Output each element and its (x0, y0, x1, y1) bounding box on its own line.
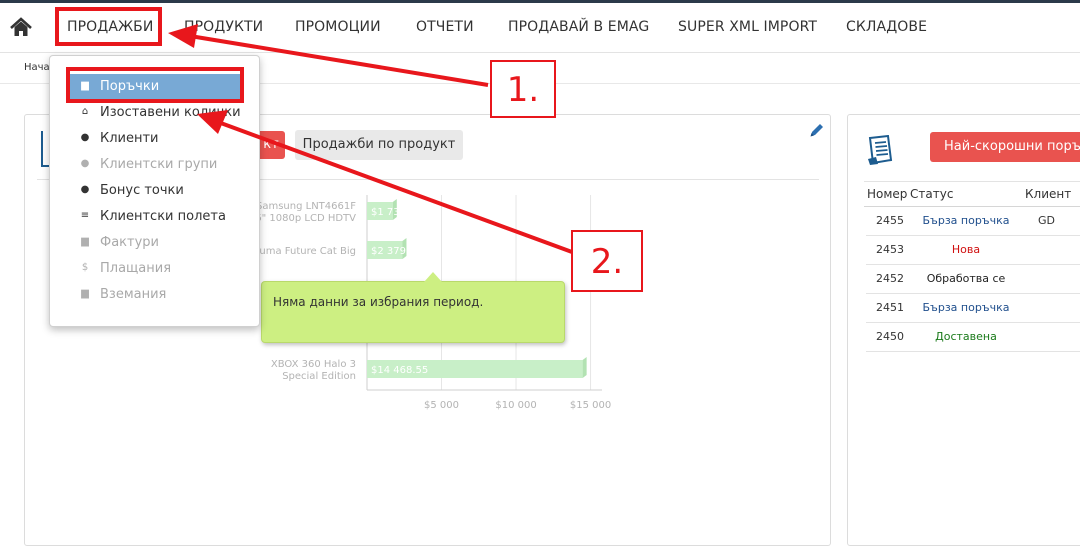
dropdown-item-label: Клиентски групи (100, 157, 218, 172)
chart-category-label: Samsung LNT4661F (256, 201, 356, 212)
dropdown-item-label: Вземания (100, 287, 167, 302)
table-row[interactable]: 2451 Бърза поръчка (866, 294, 1080, 323)
orders-list-icon (866, 134, 894, 165)
dropdown-item-label: Клиентски полета (100, 209, 226, 224)
tooltip-text: Няма данни за избрания период. (273, 295, 484, 309)
dot-icon: ● (80, 184, 90, 195)
order-number[interactable]: 2453 (876, 243, 904, 256)
chart-category-label: Special Edition (282, 371, 356, 382)
chart-value-label: $14 468.55 (371, 365, 428, 376)
nav-reports[interactable]: ОТЧЕТИ (416, 19, 474, 35)
nav-sales[interactable]: ПРОДАЖБИ (67, 19, 153, 35)
col-status: Статус (910, 187, 954, 201)
nav-promotions[interactable]: ПРОМОЦИИ (295, 19, 381, 35)
sales-dropdown-menu: ▆ Поръчки ⌂ Изоставени колички ● Клиенти ● Клие… (49, 55, 260, 327)
nav-super-xml-import[interactable]: SUPER XML IMPORT (678, 19, 817, 35)
users-icon: ● (80, 158, 90, 169)
order-client: GD (1038, 214, 1055, 227)
table-row[interactable]: 2450 Доставена (866, 323, 1080, 352)
dropdown-item-label: Клиенти (100, 131, 159, 146)
order-number[interactable]: 2452 (876, 272, 904, 285)
order-number[interactable]: 2451 (876, 301, 904, 314)
latest-orders-panel: Най-скорошни поръчки Номер Статус Клиент… (847, 114, 1080, 546)
table-row[interactable]: 2455 Бърза поръчка GD (866, 207, 1080, 236)
table-row[interactable]: 2452 Обработва се (866, 265, 1080, 294)
order-status: Бърза поръчка (922, 301, 1010, 314)
dropdown-item: ● Клиентски групи (50, 152, 259, 178)
order-status: Обработва се (926, 272, 1006, 285)
dropdown-item[interactable]: ⌂ Изоставени колички (50, 100, 259, 126)
dropdown-item: ▆ Фактури (50, 230, 259, 256)
dropdown-item-label: Бонус точки (100, 183, 184, 198)
order-number[interactable]: 2455 (876, 214, 904, 227)
list-icon: ≡ (80, 210, 90, 221)
dropdown-item: $ Плащания (50, 256, 259, 282)
dropdown-item-label: Фактури (100, 235, 159, 250)
dropdown-item-label: Плащания (100, 261, 172, 276)
home-icon[interactable] (8, 15, 34, 41)
chart-value-label: $1 730.9 (371, 207, 416, 218)
orders-table-header: Номер Статус Клиент (864, 181, 1080, 207)
chart-bar-side (582, 357, 587, 378)
nav-products[interactable]: ПРОДУКТИ (184, 19, 263, 35)
order-number[interactable]: 2450 (876, 330, 904, 343)
chart-tick-label: $5 000 (424, 400, 459, 411)
col-client: Клиент (1025, 187, 1072, 201)
dropdown-item[interactable]: ● Бонус точки (50, 178, 259, 204)
latest-orders-button[interactable]: Най-скорошни поръчки (930, 132, 1080, 162)
breadcrumb[interactable]: Нача (24, 62, 50, 73)
receivable-icon: ▆ (81, 288, 89, 299)
chart-category-label: Puma Future Cat Big (254, 246, 356, 257)
col-number: Номер (867, 187, 908, 201)
main-navbar: ПРОДАЖБИ ПРОДУКТИ ПРОМОЦИИ ОТЧЕТИ ПРОДАВ… (0, 3, 1080, 53)
cart-icon: ⌂ (81, 106, 89, 117)
dropdown-item: ▆ Вземания (50, 282, 259, 308)
chart-tick-label: $15 000 (570, 400, 611, 411)
order-status: Бърза поръчка (922, 214, 1010, 227)
invoice-icon: ▆ (81, 236, 89, 247)
tooltip-arrow (424, 272, 442, 282)
user-icon: ● (80, 132, 90, 143)
dropdown-item[interactable]: ● Клиенти (50, 126, 259, 152)
chart-tick-label: $10 000 (495, 400, 536, 411)
chart-category-label: 6" 1080p LCD HDTV (255, 213, 356, 224)
orders-icon: ▆ (81, 80, 89, 91)
dropdown-item[interactable]: ≡ Клиентски полета (50, 204, 259, 230)
dropdown-item-label: Изоставени колички (100, 105, 241, 120)
nav-warehouses[interactable]: СКЛАДОВЕ (846, 19, 927, 35)
no-data-tooltip: Няма данни за избрания период. (261, 272, 565, 343)
dropdown-item-label: Поръчки (100, 79, 160, 94)
order-status: Доставена (935, 330, 997, 343)
dropdown-item[interactable]: ▆ Поръчки (70, 74, 240, 100)
chart-value-label: $2 379.66 (371, 246, 422, 257)
order-status: Нова (951, 243, 981, 256)
dollar-icon: $ (81, 262, 89, 273)
nav-sell-in-emag[interactable]: ПРОДАВАЙ В EMAG (508, 19, 649, 35)
chart-category-label: XBOX 360 Halo 3 (271, 359, 356, 370)
table-row[interactable]: 2453 Нова (866, 236, 1080, 265)
app-root: ПРОДАЖБИ ПРОДУКТИ ПРОМОЦИИ ОТЧЕТИ ПРОДАВ… (0, 0, 1080, 548)
